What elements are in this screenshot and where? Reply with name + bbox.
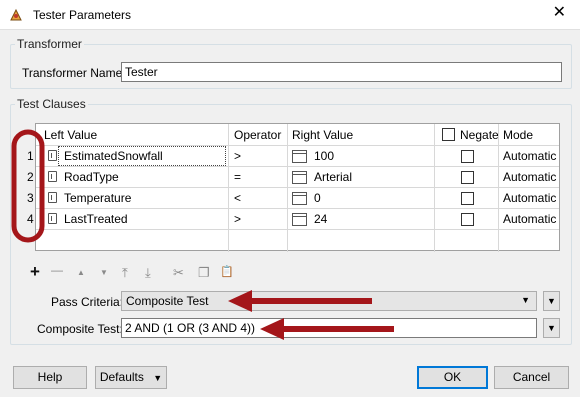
left-value-cell[interactable]: EstimatedSnowfall <box>64 149 163 163</box>
transformer-group-title: Transformer <box>17 37 82 51</box>
pass-criteria-menu-button[interactable]: ▼ <box>543 291 560 311</box>
pass-criteria-label: Pass Criteria: <box>51 295 124 309</box>
negate-checkbox[interactable] <box>461 213 474 226</box>
grid-line <box>434 124 435 252</box>
col-mode[interactable]: Mode <box>503 124 533 146</box>
grid-line <box>36 187 559 188</box>
negate-checkbox[interactable] <box>461 150 474 163</box>
close-icon[interactable]: ✕ <box>553 5 566 21</box>
mode-cell[interactable]: Automatic <box>503 212 556 226</box>
title-bar: Tester Parameters ✕ <box>0 0 580 30</box>
ok-button[interactable]: OK <box>417 366 488 389</box>
window-title: Tester Parameters <box>33 8 132 22</box>
col-negate[interactable]: Negate <box>460 124 499 146</box>
negate-checkbox[interactable] <box>461 192 474 205</box>
value-editor-icon[interactable] <box>292 150 307 163</box>
pass-criteria-select[interactable]: Composite Test ▼ <box>121 291 537 311</box>
attribute-icon <box>48 192 57 203</box>
grid-line <box>36 166 559 167</box>
move-up-icon[interactable]: ▲ <box>77 268 85 277</box>
mode-cell[interactable]: Automatic <box>503 170 556 184</box>
left-value-cell[interactable]: LastTreated <box>64 212 128 226</box>
right-value-cell[interactable]: 100 <box>314 149 334 163</box>
operator-cell[interactable]: < <box>234 191 241 205</box>
grid-line <box>498 124 499 252</box>
right-value-cell[interactable]: 24 <box>314 212 327 226</box>
value-editor-icon[interactable] <box>292 192 307 205</box>
value-editor-icon[interactable] <box>292 213 307 226</box>
attribute-icon <box>48 213 57 224</box>
remove-row-icon[interactable]: — <box>51 263 63 277</box>
attribute-icon <box>48 171 57 182</box>
negate-all-checkbox[interactable] <box>442 128 455 141</box>
composite-test-input[interactable]: 2 AND (1 OR (3 AND 4)) <box>121 318 537 338</box>
grid-line <box>36 208 559 209</box>
defaults-button[interactable]: Defaults ▼ <box>95 366 167 389</box>
row-number[interactable]: 3 <box>27 191 34 205</box>
mode-cell[interactable]: Automatic <box>503 191 556 205</box>
col-operator[interactable]: Operator <box>234 124 281 146</box>
value-editor-icon[interactable] <box>292 171 307 184</box>
row-number[interactable]: 1 <box>27 149 34 163</box>
move-top-icon[interactable]: ⤒ <box>122 265 128 281</box>
app-icon <box>10 8 22 21</box>
left-value-cell[interactable]: RoadType <box>64 170 119 184</box>
composite-test-label: Composite Test: <box>37 322 123 336</box>
chevron-down-icon: ▼ <box>521 295 530 305</box>
copy-icon[interactable]: ❐ <box>198 265 210 281</box>
move-bottom-icon[interactable]: ⤓ <box>145 265 151 281</box>
grid-line <box>228 124 229 252</box>
grid-line <box>287 124 288 252</box>
transformer-name-label: Transformer Name: <box>22 66 126 80</box>
row-number[interactable]: 4 <box>27 212 34 226</box>
right-value-cell[interactable]: Arterial <box>314 170 352 184</box>
transformer-name-input[interactable]: Tester <box>121 62 562 82</box>
left-value-cell[interactable]: Temperature <box>64 191 131 205</box>
negate-checkbox[interactable] <box>461 171 474 184</box>
cut-icon[interactable]: ✂ <box>173 265 184 281</box>
add-row-icon[interactable]: + <box>30 262 40 282</box>
grid-line <box>36 229 559 230</box>
operator-cell[interactable]: = <box>234 170 241 184</box>
move-down-icon[interactable]: ▼ <box>100 268 108 277</box>
test-clauses-group-title: Test Clauses <box>17 97 86 111</box>
operator-cell[interactable]: > <box>234 149 241 163</box>
paste-icon[interactable]: 📋 <box>220 265 234 278</box>
col-left-value[interactable]: Left Value <box>44 124 97 146</box>
operator-cell[interactable]: > <box>234 212 241 226</box>
help-button[interactable]: Help <box>13 366 87 389</box>
mode-cell[interactable]: Automatic <box>503 149 556 163</box>
pass-criteria-value: Composite Test <box>126 294 209 308</box>
clauses-table: Left Value Operator Right Value Negate M… <box>35 123 560 252</box>
cancel-button[interactable]: Cancel <box>494 366 569 389</box>
right-value-cell[interactable]: 0 <box>314 191 321 205</box>
col-right-value[interactable]: Right Value <box>292 124 353 146</box>
defaults-button-label: Defaults <box>99 370 144 384</box>
composite-test-menu-button[interactable]: ▼ <box>543 318 560 338</box>
row-number[interactable]: 2 <box>27 170 34 184</box>
attribute-icon <box>48 150 57 161</box>
chevron-down-icon: ▼ <box>153 373 163 383</box>
